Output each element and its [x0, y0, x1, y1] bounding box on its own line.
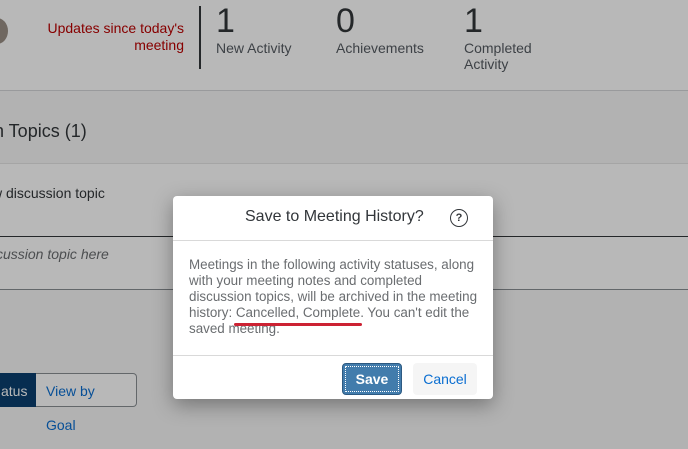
dialog-footer: Save Cancel	[173, 355, 493, 400]
help-icon[interactable]: ?	[450, 209, 468, 227]
save-to-meeting-history-dialog: Save to Meeting History? ? Meetings in t…	[173, 196, 493, 399]
dialog-message: Meetings in the following activity statu…	[189, 257, 481, 337]
dialog-title: Save to Meeting History?	[245, 208, 424, 225]
highlighted-statuses-text: Cancelled, Complete	[235, 305, 361, 320]
highlighted-statuses: Cancelled, Complete	[233, 305, 363, 326]
save-button[interactable]: Save	[342, 363, 402, 395]
dialog-header: Save to Meeting History? ?	[173, 196, 493, 241]
red-underline-annotation	[233, 323, 363, 326]
cancel-button[interactable]: Cancel	[413, 363, 477, 395]
